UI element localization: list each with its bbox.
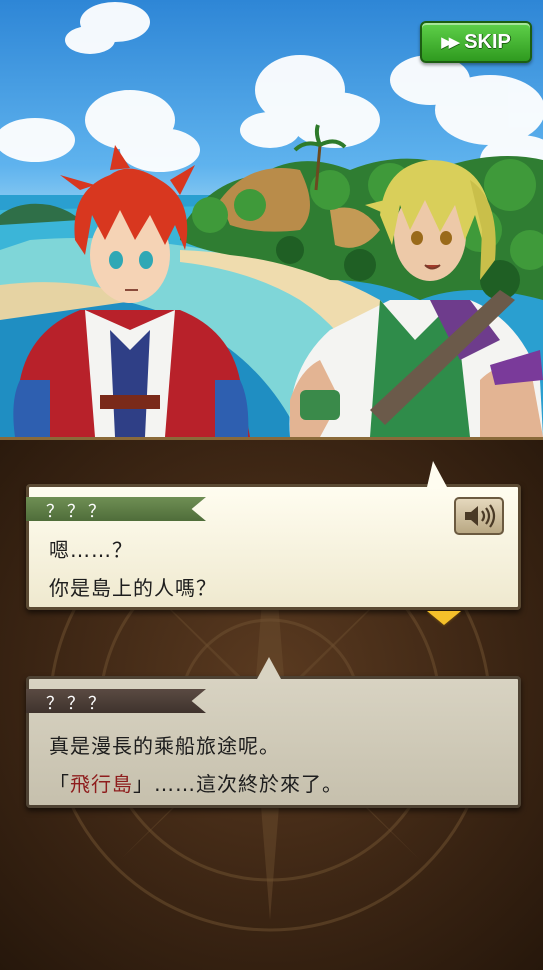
story-scene-background: ▶▶ SKIP [0,0,543,437]
dialog-bubble-current[interactable]: ？？？ 嗯……？ 你是島上的人嗎？ [26,484,521,610]
fast-forward-icon: ▶▶ [441,33,456,51]
bubble-tail [427,461,447,487]
speaker-icon [462,504,496,528]
skip-button[interactable]: ▶▶ SKIP [420,21,532,63]
bubble-tail [257,657,281,679]
quote-close-text: 」……這次終於來了。 [133,772,343,796]
dialog-bubble-previous: ？？？ 真是漫長的乘船旅途呢。 「飛行島」……這次終於來了。 [26,676,521,808]
dialog-text-line: 你是島上的人嗎？ [49,572,217,601]
highlighted-term: 飛行島 [70,772,133,796]
quote-open: 「 [49,772,70,796]
skip-button-label: SKIP [464,31,511,54]
voice-replay-button[interactable] [454,497,504,535]
next-arrow-icon[interactable] [427,611,461,625]
dialog-text-line: 真是漫長的乘船旅途呢。 [49,730,280,759]
speaker-name-tag: ？？？ [26,689,206,713]
dialog-text-line: 「飛行島」……這次終於來了。 [49,768,343,797]
speaker-name-tag: ？？？ [26,497,206,521]
dialog-text-line: 嗯……？ [49,534,133,563]
beach-illustration [0,0,543,437]
dialog-panel[interactable]: ？？？ 嗯……？ 你是島上的人嗎？ ？？？ 真是漫長的乘船旅途呢。 「飛行島」…… [0,437,543,970]
